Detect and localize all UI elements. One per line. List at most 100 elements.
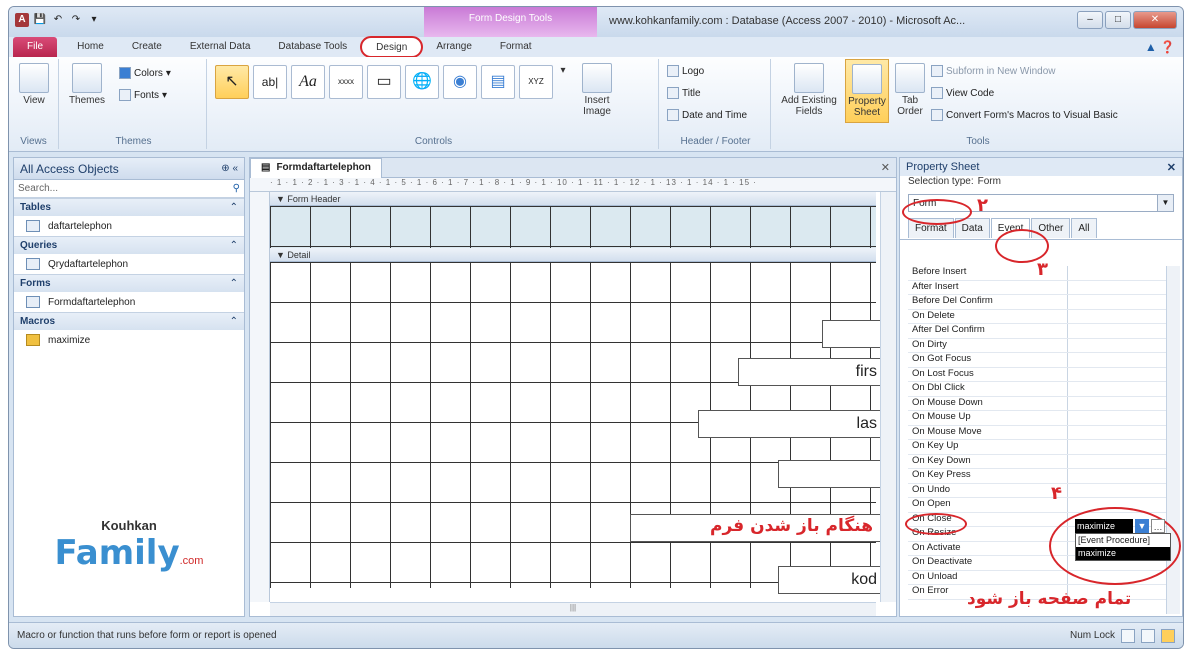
tab-home[interactable]: Home bbox=[63, 37, 118, 57]
property-value[interactable] bbox=[1068, 397, 1168, 411]
web-browser-control-icon[interactable]: ◉ bbox=[443, 65, 477, 99]
chevron-down-icon[interactable]: ▼ bbox=[1135, 519, 1149, 533]
on-open-dropdown[interactable]: maximize ▼… [Event Procedure] maximize bbox=[1075, 519, 1175, 561]
view-code-button[interactable]: View Code bbox=[931, 87, 994, 99]
subform-new-window-button[interactable]: Subform in New Window bbox=[931, 65, 1055, 77]
tab-all-props[interactable]: All bbox=[1071, 218, 1097, 238]
logo-button[interactable]: Logo bbox=[667, 65, 704, 77]
form-header-band[interactable]: ▼ Form Header bbox=[270, 192, 876, 206]
form-field-lastname[interactable]: las bbox=[698, 410, 882, 438]
nav-section-forms[interactable]: Forms ⌃ bbox=[14, 274, 244, 292]
tab-design[interactable]: Design bbox=[360, 36, 424, 58]
form-field-box[interactable] bbox=[778, 460, 882, 488]
form-field-box[interactable] bbox=[822, 320, 882, 348]
property-value[interactable] bbox=[1068, 281, 1168, 295]
tab-control-icon[interactable]: ▭ bbox=[367, 65, 401, 99]
form-field-firstname[interactable]: firs bbox=[738, 358, 882, 386]
property-row[interactable]: On Dbl Click bbox=[908, 382, 1168, 397]
option-maximize[interactable]: maximize bbox=[1076, 547, 1170, 560]
navigation-control-icon[interactable]: ▤ bbox=[481, 65, 515, 99]
layout-view-icon[interactable] bbox=[1141, 628, 1155, 643]
tab-file[interactable]: File bbox=[13, 37, 58, 57]
nav-item-macro[interactable]: maximize bbox=[14, 330, 244, 350]
property-sheet-button[interactable]: Property Sheet bbox=[845, 59, 889, 123]
property-value[interactable] bbox=[1068, 324, 1168, 338]
view-button[interactable]: View bbox=[15, 63, 53, 106]
property-row[interactable]: On Lost Focus bbox=[908, 367, 1168, 382]
textbox-control[interactable]: ab| bbox=[253, 65, 287, 99]
close-document-icon[interactable]: ✕ bbox=[881, 161, 896, 174]
property-row[interactable]: After Del Confirm bbox=[908, 324, 1168, 339]
collapse-icon[interactable]: ⌃ bbox=[230, 202, 238, 213]
property-row[interactable]: On Dirty bbox=[908, 338, 1168, 353]
themes-button[interactable]: Themes bbox=[65, 63, 109, 106]
convert-macros-button[interactable]: Convert Form's Macros to Visual Basic bbox=[931, 109, 1118, 121]
horizontal-scrollbar[interactable]: ||| bbox=[270, 602, 876, 616]
tab-format[interactable]: Format bbox=[486, 37, 546, 57]
vertical-scrollbar[interactable] bbox=[880, 192, 896, 602]
save-icon[interactable]: 💾 bbox=[33, 13, 47, 27]
nav-search-input[interactable]: Search... bbox=[18, 183, 58, 194]
nav-item-form[interactable]: Formdaftartelephon bbox=[14, 292, 244, 312]
search-icon[interactable]: ⚲ bbox=[233, 183, 240, 194]
nav-section-macros[interactable]: Macros ⌃ bbox=[14, 312, 244, 330]
controls-more-button[interactable]: ▾ bbox=[559, 65, 567, 76]
nav-section-tables[interactable]: Tables ⌃ bbox=[14, 198, 244, 216]
add-existing-fields-button[interactable]: Add Existing Fields bbox=[777, 63, 841, 117]
nav-collapse-icon[interactable]: ⊕ « bbox=[221, 163, 238, 174]
tab-order-button[interactable]: Tab Order bbox=[893, 63, 927, 117]
nav-search[interactable]: Search... ⚲ bbox=[14, 180, 244, 198]
property-value[interactable] bbox=[1068, 368, 1168, 382]
minimize-button[interactable]: – bbox=[1077, 11, 1103, 29]
fonts-button[interactable]: Fonts ▾ bbox=[119, 89, 167, 101]
property-row[interactable]: On Delete bbox=[908, 309, 1168, 324]
nav-item-table[interactable]: daftartelephon bbox=[14, 216, 244, 236]
property-value[interactable] bbox=[1068, 411, 1168, 425]
property-value[interactable] bbox=[1068, 440, 1168, 454]
date-time-button[interactable]: Date and Time bbox=[667, 109, 747, 121]
select-tool-icon[interactable]: ↖ bbox=[215, 65, 249, 99]
property-value[interactable] bbox=[1068, 426, 1168, 440]
undo-icon[interactable]: ↶ bbox=[51, 13, 65, 27]
tab-create[interactable]: Create bbox=[118, 37, 176, 57]
close-button[interactable]: ✕ bbox=[1133, 11, 1177, 29]
tab-arrange[interactable]: Arrange bbox=[422, 37, 486, 57]
property-row[interactable]: On Mouse Up bbox=[908, 411, 1168, 426]
title-button[interactable]: Title bbox=[667, 87, 701, 99]
property-row[interactable]: On Mouse Move bbox=[908, 425, 1168, 440]
collapse-icon[interactable]: ⌃ bbox=[230, 240, 238, 251]
property-row[interactable]: On Key Down bbox=[908, 454, 1168, 469]
property-value[interactable] bbox=[1068, 295, 1168, 309]
property-row[interactable]: After Insert bbox=[908, 280, 1168, 295]
detail-band[interactable]: ▼ Detail bbox=[270, 248, 876, 262]
on-open-value[interactable]: maximize ▼… bbox=[1075, 519, 1175, 533]
insert-image-button[interactable]: Insert Image bbox=[571, 63, 623, 117]
form-view-icon[interactable] bbox=[1121, 628, 1135, 643]
property-value[interactable] bbox=[1068, 353, 1168, 367]
property-value[interactable] bbox=[1068, 266, 1168, 280]
collapse-icon[interactable]: ⌃ bbox=[230, 278, 238, 289]
property-row[interactable]: Before Del Confirm bbox=[908, 295, 1168, 310]
property-row[interactable]: On Key Press bbox=[908, 469, 1168, 484]
customize-qat-icon[interactable]: ▾ bbox=[87, 13, 101, 27]
property-value[interactable] bbox=[1068, 382, 1168, 396]
access-app-icon[interactable]: A bbox=[15, 13, 29, 27]
design-view-icon[interactable] bbox=[1161, 628, 1175, 643]
property-row[interactable]: On Got Focus bbox=[908, 353, 1168, 368]
property-value[interactable] bbox=[1068, 455, 1168, 469]
collapse-icon[interactable]: ⌃ bbox=[230, 316, 238, 327]
property-value[interactable] bbox=[1068, 484, 1168, 498]
option-group-control[interactable]: XYZ bbox=[519, 65, 553, 99]
property-row[interactable]: On Key Up bbox=[908, 440, 1168, 455]
property-value[interactable] bbox=[1068, 339, 1168, 353]
form-header-section[interactable] bbox=[270, 206, 876, 248]
tab-database-tools[interactable]: Database Tools bbox=[264, 37, 361, 57]
property-row[interactable]: On Mouse Down bbox=[908, 396, 1168, 411]
nav-header[interactable]: All Access Objects ⊕ « bbox=[14, 158, 244, 180]
label-control[interactable]: Aa bbox=[291, 65, 325, 99]
chevron-down-icon[interactable]: ▼ bbox=[1157, 195, 1173, 211]
close-icon[interactable]: ✕ bbox=[1167, 161, 1176, 174]
nav-item-query[interactable]: Qrydaftartelephon bbox=[14, 254, 244, 274]
hyperlink-globe-icon[interactable]: 🌐 bbox=[405, 65, 439, 99]
option-event-procedure[interactable]: [Event Procedure] bbox=[1076, 534, 1170, 547]
